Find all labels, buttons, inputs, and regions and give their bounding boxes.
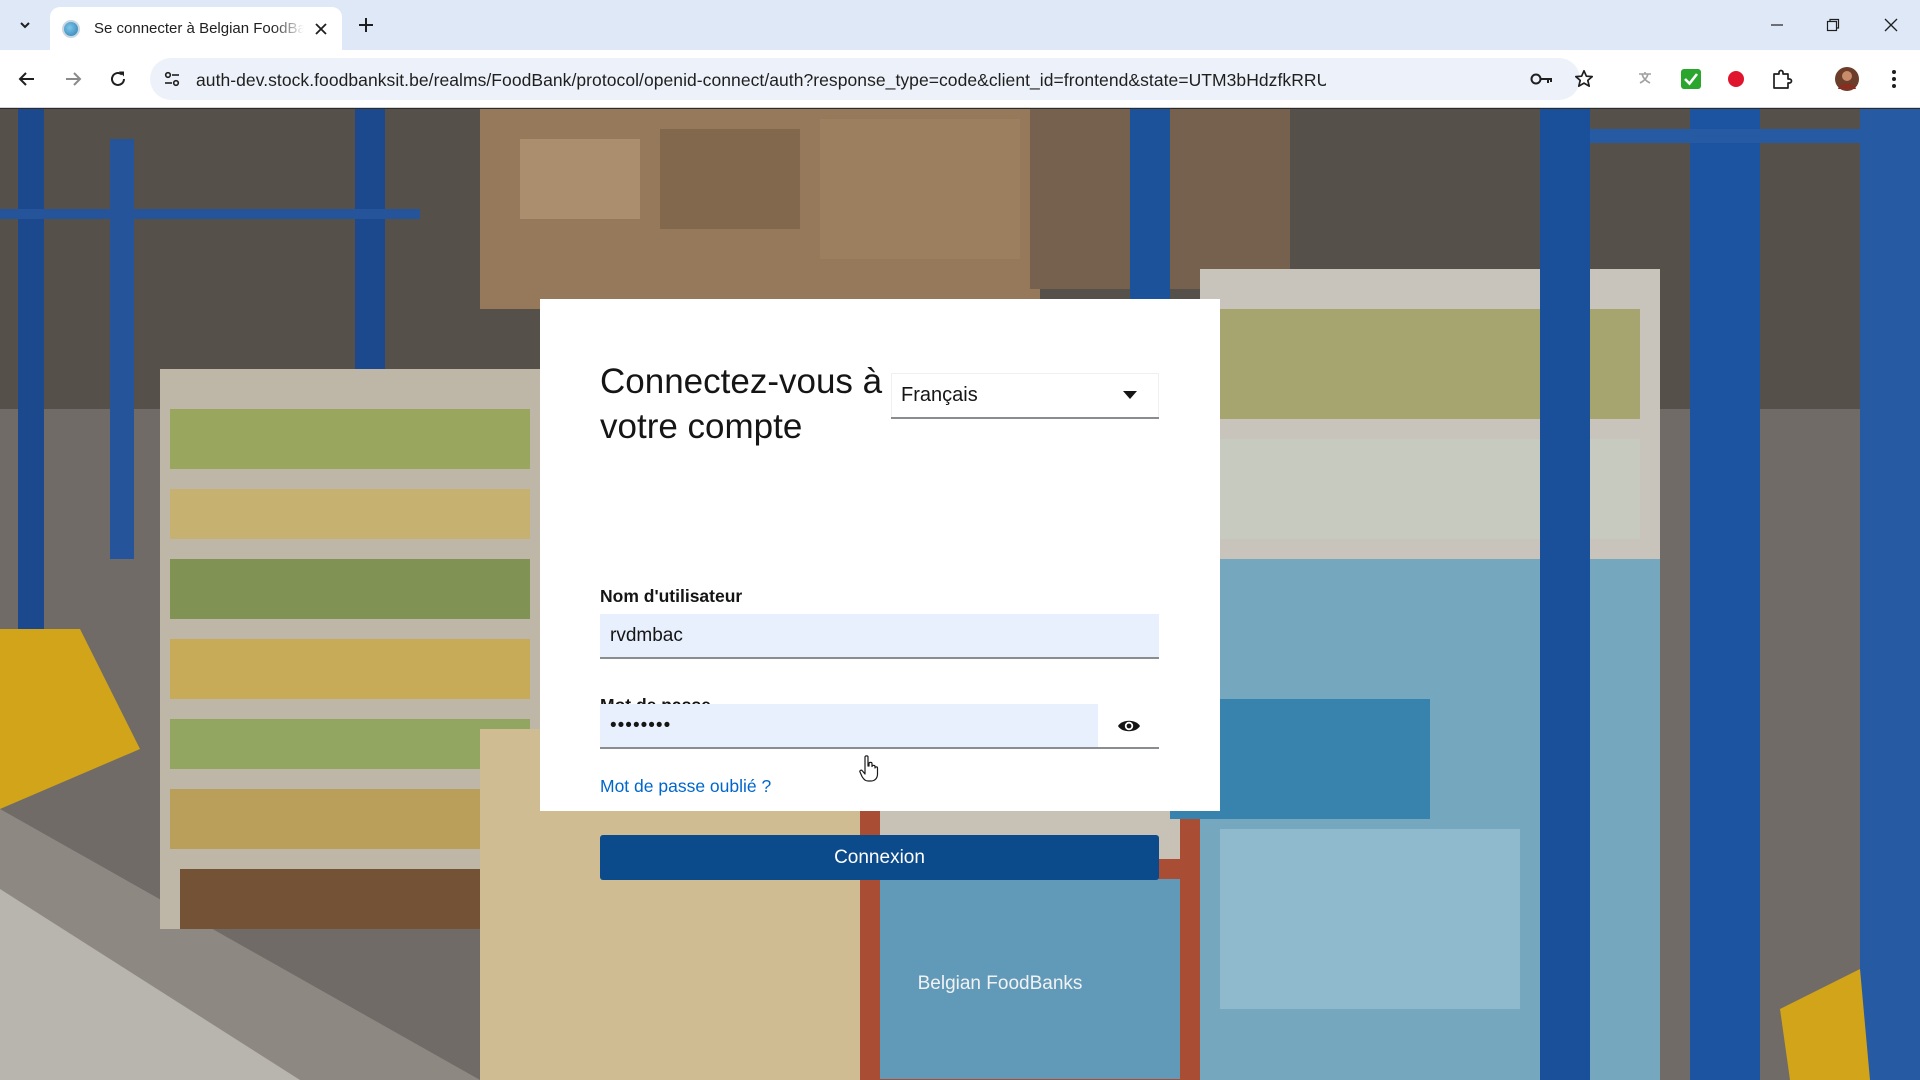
- login-card: Connectez-vous à votre compte Français N…: [540, 299, 1220, 880]
- forward-button[interactable]: [58, 64, 88, 94]
- chevron-down-icon: [20, 22, 30, 29]
- close-icon: [315, 23, 327, 35]
- login-submit-button[interactable]: Connexion: [600, 835, 1159, 880]
- arrow-right-icon: [66, 72, 82, 86]
- extensions-button[interactable]: [1768, 65, 1796, 93]
- password-input[interactable]: ••••••••: [600, 704, 1098, 749]
- key-icon: [1530, 73, 1552, 85]
- bookmark-button[interactable]: [1572, 67, 1596, 91]
- site-favicon-icon: [62, 19, 80, 38]
- avatar-icon: [1835, 67, 1859, 91]
- tab-title: Se connecter à Belgian FoodBanks: [94, 20, 304, 37]
- puzzle-icon: [1773, 69, 1793, 89]
- url-text[interactable]: auth-dev.stock.foodbanksit.be/realms/Foo…: [196, 70, 1326, 91]
- language-value: Français: [901, 383, 978, 406]
- star-icon: [1574, 69, 1594, 88]
- extension-check-button[interactable]: [1677, 65, 1705, 93]
- forgot-password-link[interactable]: Mot de passe oublié ?: [600, 776, 771, 797]
- minimize-button[interactable]: [1762, 10, 1792, 40]
- back-button[interactable]: [12, 64, 42, 94]
- username-input[interactable]: rvdmbac: [600, 614, 1159, 659]
- restore-icon: [1826, 18, 1840, 32]
- extension-record-button[interactable]: [1722, 65, 1750, 93]
- tab-search-button[interactable]: [10, 12, 40, 38]
- address-bar[interactable]: auth-dev.stock.foodbanksit.be/realms/Foo…: [150, 58, 1594, 100]
- browser-tab-active[interactable]: Se connecter à Belgian FoodBanks: [50, 7, 342, 50]
- browser-tabstrip: Se connecter à Belgian FoodBanks: [0, 0, 1920, 50]
- eye-icon: [1117, 720, 1140, 731]
- new-tab-button[interactable]: [352, 11, 380, 39]
- tune-icon: [164, 71, 180, 87]
- language-select[interactable]: Français: [891, 373, 1159, 419]
- record-icon: [1728, 71, 1744, 87]
- footer-brand-text: Belgian FoodBanks: [917, 973, 1083, 994]
- plus-icon: [359, 18, 373, 32]
- minimize-icon: [1771, 24, 1783, 26]
- login-title: Connectez-vous à votre compte: [600, 362, 883, 446]
- reload-icon: [111, 71, 125, 86]
- reload-button[interactable]: [103, 64, 133, 94]
- footer-brand: Belgian FoodBanks: [0, 973, 1920, 995]
- extension-translate-icon: [1639, 72, 1651, 84]
- tab-close-button[interactable]: [310, 18, 332, 40]
- restore-button[interactable]: [1818, 10, 1848, 40]
- profile-avatar[interactable]: [1833, 65, 1861, 93]
- username-label: Nom d'utilisateur: [600, 586, 743, 606]
- login-page: Connectez-vous à votre compte Français N…: [0, 109, 1920, 1080]
- checkmark-icon: [1681, 69, 1701, 89]
- show-password-button[interactable]: [1098, 704, 1159, 749]
- browser-menu-button[interactable]: [1880, 65, 1908, 93]
- more-vertical-icon: [1892, 70, 1896, 88]
- extension-translate-button[interactable]: [1632, 65, 1660, 93]
- password-key-button[interactable]: [1530, 67, 1554, 91]
- browser-toolbar: auth-dev.stock.foodbanksit.be/realms/Foo…: [0, 50, 1920, 108]
- caret-down-icon: [1123, 391, 1137, 399]
- arrow-left-icon: [18, 72, 34, 86]
- site-info-button[interactable]: [160, 67, 184, 91]
- close-window-button[interactable]: [1876, 10, 1906, 40]
- close-icon: [1884, 18, 1898, 32]
